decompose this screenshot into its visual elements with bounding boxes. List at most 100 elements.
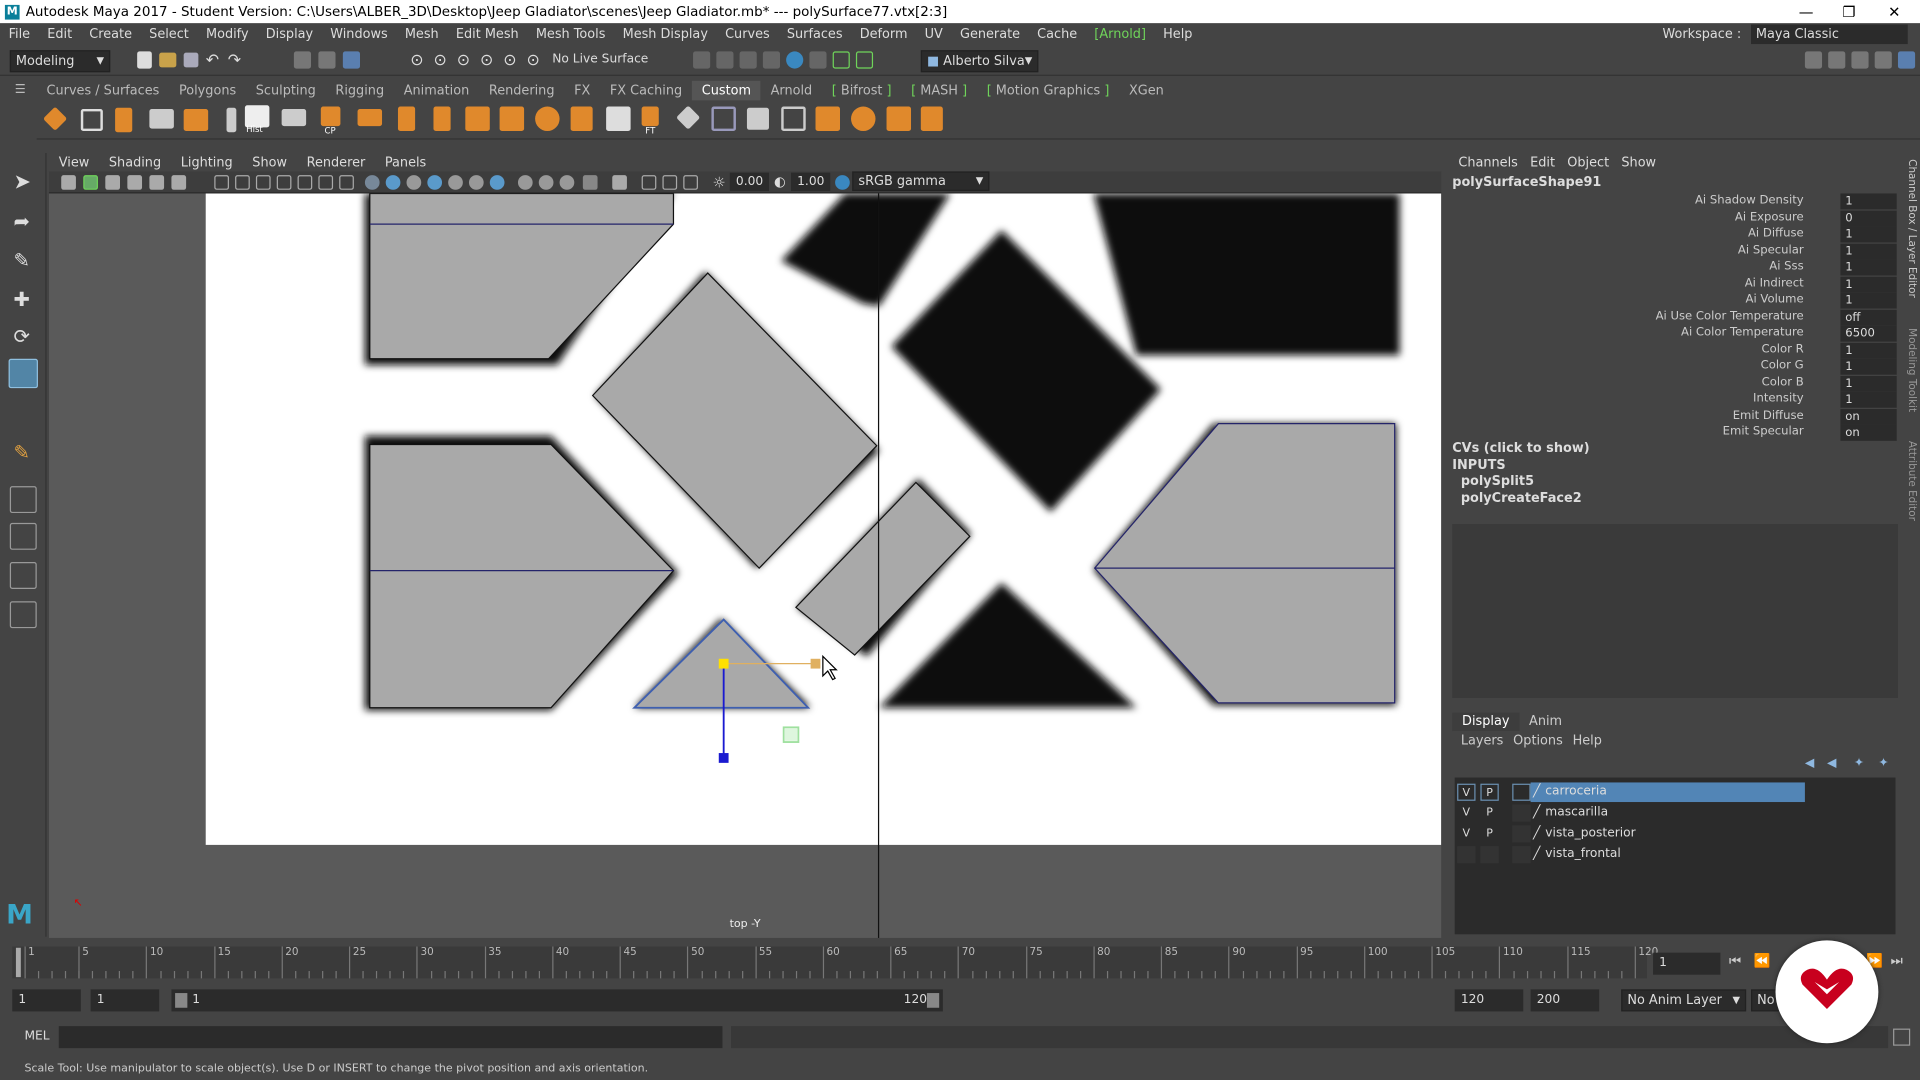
menu-create[interactable]: Create <box>81 27 141 42</box>
menu-mesh-display[interactable]: Mesh Display <box>614 27 716 42</box>
gamma-field[interactable]: 1.00 <box>791 172 831 192</box>
close-icon[interactable]: ✕ <box>1876 0 1913 23</box>
attr-row[interactable]: Ai Volume 1 <box>1445 292 1901 310</box>
attr-value[interactable]: 1 <box>1840 226 1897 243</box>
attr-value[interactable]: 1 <box>1840 391 1897 408</box>
channel-box-menu-channels[interactable]: Channels <box>1452 155 1524 170</box>
menu-arnold[interactable]: [Arnold] <box>1086 27 1155 42</box>
poly-cylinder-icon[interactable] <box>570 106 593 132</box>
cube-faces-icon[interactable] <box>746 107 769 130</box>
layer-name[interactable]: vista_frontal <box>1545 845 1620 865</box>
insert-edge-loop-icon[interactable] <box>357 108 383 127</box>
panel-menu-show[interactable]: Show <box>242 155 296 170</box>
shelf-tab-mash[interactable]: [ MASH ] <box>901 81 977 101</box>
mirror-icon[interactable] <box>676 105 701 130</box>
layout-icon[interactable] <box>1804 51 1823 69</box>
menu-modify[interactable]: Modify <box>197 27 257 42</box>
poly-sphere-icon[interactable] <box>535 106 560 132</box>
panel-menu-shading[interactable]: Shading <box>99 155 171 170</box>
layer-row[interactable]: V P ╱ carroceria <box>1455 782 1896 803</box>
attr-value[interactable]: 1 <box>1840 342 1897 359</box>
channel-box-icon[interactable] <box>1897 51 1916 69</box>
channel-box-toggle-icon[interactable] <box>855 51 874 69</box>
step-back-icon[interactable]: ⏪ <box>1753 953 1770 969</box>
attr-row[interactable]: Emit Diffuse on <box>1445 408 1901 425</box>
playback-start-field[interactable]: 1 <box>90 989 160 1012</box>
attr-row[interactable]: Ai Shadow Density 1 <box>1445 193 1901 210</box>
anti-aliasing-icon[interactable] <box>538 175 554 190</box>
make-live-icon[interactable]: ⊙ <box>527 51 547 71</box>
outliner-layout-icon[interactable] <box>9 601 37 629</box>
layer-color-swatch[interactable] <box>1512 783 1531 801</box>
multi-cut-icon[interactable] <box>281 108 307 127</box>
undo-icon[interactable]: ↶ <box>206 51 226 71</box>
separate-icon[interactable] <box>815 106 841 132</box>
safe-title-icon[interactable] <box>339 175 354 190</box>
isolate-select-icon[interactable] <box>612 175 627 190</box>
shelf-tab-fx-caching[interactable]: FX Caching <box>600 81 692 101</box>
shelf-tab-arnold[interactable]: Arnold <box>761 81 822 101</box>
panel-menu-view[interactable]: View <box>49 155 99 170</box>
shelf-tab-xgen[interactable]: XGen <box>1119 81 1173 101</box>
image-plane-icon[interactable] <box>127 175 143 190</box>
select-tool-icon[interactable]: ➤ <box>13 170 33 194</box>
menu-generate[interactable]: Generate <box>951 27 1028 42</box>
menu-edit-mesh[interactable]: Edit Mesh <box>447 27 527 42</box>
layer-name[interactable]: carroceria <box>1545 782 1607 802</box>
new-layer-icon[interactable]: ✦ <box>1854 757 1864 770</box>
tab-display[interactable]: Display <box>1452 712 1520 732</box>
quad-draw-icon[interactable] <box>9 486 37 514</box>
wireframe-icon[interactable] <box>364 175 380 190</box>
arnold-render-view-icon[interactable] <box>786 51 804 69</box>
layer-row[interactable]: V P ╱ mascarilla <box>1455 803 1896 823</box>
attr-row[interactable]: Color R 1 <box>1445 342 1901 359</box>
move-layer-down-icon[interactable]: ◀ <box>1827 757 1836 770</box>
view-transform-dropdown[interactable]: sRGB gamma ▼ <box>852 171 990 192</box>
layer-color-swatch[interactable] <box>1512 846 1531 864</box>
layer-playback-toggle[interactable]: P <box>1480 783 1499 801</box>
command-language-label[interactable]: MEL <box>24 1030 49 1043</box>
layer-visibility-toggle[interactable]: V <box>1457 804 1475 821</box>
layer-name[interactable]: mascarilla <box>1545 803 1608 823</box>
shelf-tab-rendering[interactable]: Rendering <box>479 81 564 101</box>
poly-plane-icon[interactable] <box>80 108 103 132</box>
attr-value[interactable]: 1 <box>1840 193 1897 210</box>
attr-row[interactable]: Ai Specular 1 <box>1445 243 1901 260</box>
select-hierarchy-icon[interactable] <box>293 51 312 69</box>
backface-culling-icon[interactable] <box>683 175 698 190</box>
layer-visibility-toggle[interactable]: V <box>1457 825 1475 842</box>
layer-menu-help[interactable]: Help <box>1568 733 1607 748</box>
split-polygon-icon[interactable] <box>433 106 451 132</box>
side-tab-channel-box[interactable]: Channel Box / Layer Editor <box>1903 159 1917 306</box>
open-scene-icon[interactable] <box>159 52 177 68</box>
shelf-options-icon[interactable]: ☰ <box>15 83 32 98</box>
redo-icon[interactable]: ↷ <box>228 51 248 71</box>
bridge-icon[interactable] <box>183 108 209 132</box>
snap-surface-icon[interactable]: ⊙ <box>503 51 523 71</box>
attr-value[interactable]: 1 <box>1840 276 1897 293</box>
go-to-end-icon[interactable]: ⏭ <box>1891 953 1903 970</box>
attr-row[interactable]: Ai Indirect 1 <box>1445 276 1901 293</box>
menu-mesh[interactable]: Mesh <box>396 27 447 42</box>
attr-row[interactable]: Ai Exposure 0 <box>1445 210 1901 227</box>
film-gate-icon[interactable] <box>235 175 250 190</box>
attr-value[interactable]: 0 <box>1840 210 1897 226</box>
safe-action-icon[interactable] <box>318 175 334 190</box>
smooth-icon[interactable] <box>499 106 525 132</box>
snap-grid-icon[interactable]: ⊙ <box>410 51 430 71</box>
cvs-toggle[interactable]: CVs (click to show) <box>1445 441 1901 458</box>
four-view-layout-icon[interactable] <box>1874 51 1892 69</box>
attr-row[interactable]: Color B 1 <box>1445 375 1901 392</box>
script-editor-icon[interactable] <box>1893 1028 1911 1046</box>
menu-select[interactable]: Select <box>141 27 198 42</box>
layer-row[interactable]: ╱ vista_frontal <box>1455 845 1896 865</box>
attr-row[interactable]: Emit Specular on <box>1445 424 1901 442</box>
attr-row[interactable]: Ai Diffuse 1 <box>1445 226 1901 244</box>
move-tool-icon[interactable]: ✚ <box>13 288 33 311</box>
attr-value[interactable]: 6500 <box>1840 325 1897 342</box>
motion-blur-icon[interactable] <box>517 175 533 190</box>
grid-icon[interactable] <box>781 106 806 132</box>
attr-value[interactable]: 1 <box>1840 375 1897 392</box>
panel-menu-renderer[interactable]: Renderer <box>297 155 375 170</box>
layer-row[interactable]: V P ╱ vista_posterior <box>1455 824 1896 844</box>
